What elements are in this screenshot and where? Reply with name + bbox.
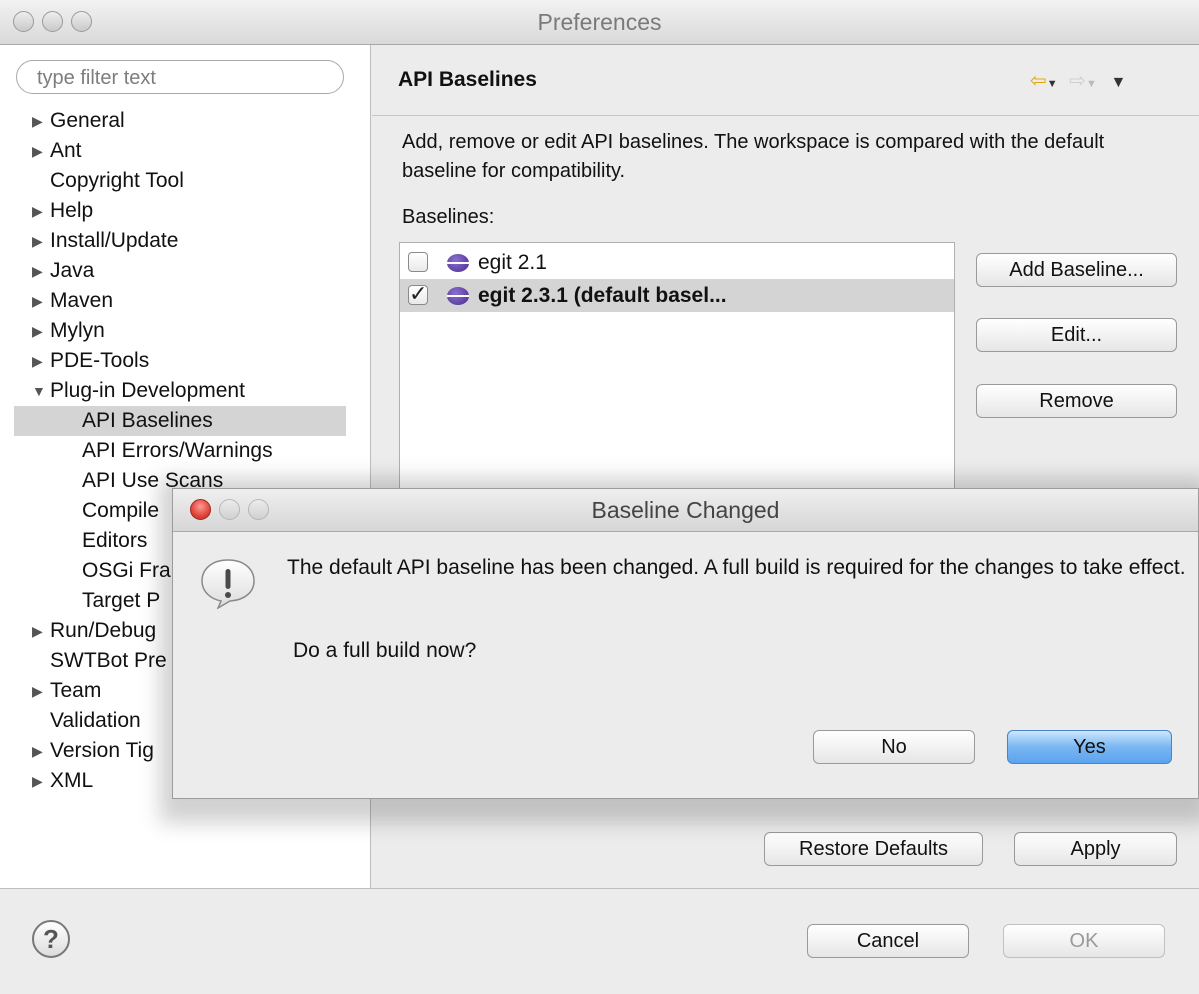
remove-baseline-button[interactable]: Remove [976, 384, 1177, 418]
filter-input[interactable]: type filter text [16, 60, 344, 94]
tree-item-copyright-tool[interactable]: Copyright Tool [32, 166, 184, 196]
dialog-titlebar: Baseline Changed [173, 489, 1198, 532]
dialog-title: Baseline Changed [591, 497, 780, 523]
baseline-row[interactable]: egit 2.1 [400, 246, 954, 279]
tree-item-editors[interactable]: Editors [82, 526, 147, 556]
ok-button[interactable]: OK [1003, 924, 1165, 958]
cancel-button[interactable]: Cancel [807, 924, 969, 958]
add-baseline-button[interactable]: Add Baseline... [976, 253, 1177, 287]
pane-navigation: ⇦▼ ⇨▼ ▼ [1030, 68, 1126, 93]
tree-item-java[interactable]: ▶ Java [32, 256, 94, 286]
view-menu-icon[interactable]: ▼ [1110, 74, 1126, 91]
window-title: Preferences [537, 9, 662, 35]
page-title: API Baselines [398, 68, 537, 91]
tree-item-maven[interactable]: ▶ Maven [32, 286, 113, 316]
baselines-list[interactable]: egit 2.1 ✓ egit 2.3.1 (default basel... [399, 242, 955, 492]
tree-item-validation[interactable]: Validation [32, 706, 141, 736]
window-titlebar: Preferences [0, 0, 1199, 45]
forward-dropdown-icon[interactable]: ▼ [1086, 78, 1097, 90]
tree-item-api-errors-warnings[interactable]: API Errors/Warnings [82, 436, 273, 466]
tree-item-general[interactable]: ▶ General [32, 106, 125, 136]
tree-item-ant[interactable]: ▶ Ant [32, 136, 82, 166]
tree-item-help[interactable]: ▶ Help [32, 196, 93, 226]
no-button[interactable]: No [813, 730, 975, 764]
help-icon[interactable]: ? [32, 920, 70, 958]
edit-baseline-button[interactable]: Edit... [976, 318, 1177, 352]
baseline-icon [447, 287, 469, 305]
baseline-row-default[interactable]: ✓ egit 2.3.1 (default basel... [400, 279, 954, 312]
baseline-icon [447, 254, 469, 272]
tree-item-osgi-frameworks[interactable]: OSGi Fra [82, 556, 171, 586]
tree-item-xml[interactable]: ▶ XML [32, 766, 93, 796]
restore-defaults-button[interactable]: Restore Defaults [764, 832, 983, 866]
tree-item-version-tiger[interactable]: ▶ Version Tig [32, 736, 154, 766]
baselines-label: Baselines: [402, 206, 495, 228]
tree-item-install-update[interactable]: ▶ Install/Update [32, 226, 178, 256]
tree-item-pde-tools[interactable]: ▶ PDE-Tools [32, 346, 149, 376]
pane-description: Add, remove or edit API baselines. The w… [402, 131, 1105, 182]
yes-button[interactable]: Yes [1007, 730, 1172, 764]
tree-item-run-debug[interactable]: ▶ Run/Debug [32, 616, 156, 646]
tree-item-compiler[interactable]: Compile [82, 496, 159, 526]
tree-item-team[interactable]: ▶ Team [32, 676, 101, 706]
dialog-message: The default API baseline has been change… [287, 556, 1186, 579]
back-dropdown-icon[interactable]: ▼ [1047, 78, 1058, 90]
apply-button[interactable]: Apply [1014, 832, 1177, 866]
tree-item-target-platform[interactable]: Target P [82, 586, 160, 616]
tree-item-swtbot-preferences[interactable]: SWTBot Pre [32, 646, 167, 676]
tree-item-plugin-development[interactable]: ▼ Plug-in Development [32, 376, 245, 406]
dialog-question: Do a full build now? [293, 639, 477, 662]
warning-icon [201, 559, 255, 609]
back-arrow-icon[interactable]: ⇦ [1030, 70, 1047, 92]
tree-item-api-baselines[interactable]: API Baselines [14, 406, 346, 436]
forward-arrow-icon[interactable]: ⇨ [1069, 70, 1086, 92]
baseline-checkbox-checked[interactable]: ✓ [408, 283, 428, 305]
tree-item-mylyn[interactable]: ▶ Mylyn [32, 316, 105, 346]
baseline-checkbox[interactable] [408, 252, 428, 272]
